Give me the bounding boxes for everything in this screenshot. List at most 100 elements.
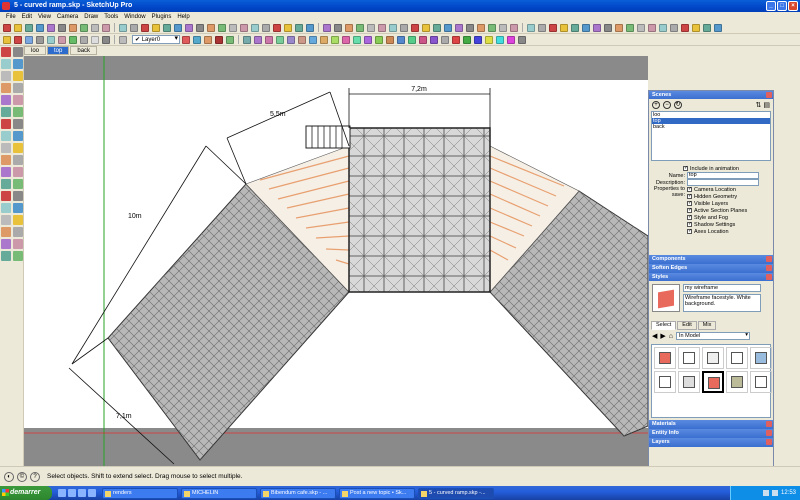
toolbar-icon[interactable] <box>411 23 419 32</box>
layers-panel-header[interactable]: Layers <box>649 438 773 447</box>
toolbar-icon[interactable] <box>58 23 66 32</box>
toolbar-icon[interactable] <box>703 23 711 32</box>
remove-scene-button[interactable]: − <box>663 101 671 109</box>
tool-icon[interactable] <box>1 251 11 261</box>
toolbar-icon[interactable] <box>36 35 44 44</box>
toolbar-icon[interactable] <box>604 23 612 32</box>
style-thumbnail[interactable] <box>750 371 772 393</box>
tool-icon[interactable] <box>13 155 23 165</box>
toolbar-icon[interactable] <box>276 35 284 44</box>
style-thumbnail[interactable] <box>702 347 724 369</box>
toolbar-icon[interactable] <box>342 35 350 44</box>
tool-icon[interactable] <box>1 227 11 237</box>
menu-camera[interactable]: Camera <box>54 14 81 20</box>
tool-icon[interactable] <box>1 143 11 153</box>
layer-manager-icon[interactable] <box>119 35 127 44</box>
tool-icon[interactable] <box>1 83 11 93</box>
forward-arrow-icon[interactable]: ▶ <box>660 332 665 340</box>
soften-panel-header[interactable]: Soften Edges <box>649 264 773 273</box>
toolbar-icon[interactable] <box>378 23 386 32</box>
toolbar-icon[interactable] <box>298 35 306 44</box>
property-checkbox[interactable]: ✓ <box>687 208 692 213</box>
toolbar-icon[interactable] <box>408 35 416 44</box>
toolbar-icon[interactable] <box>648 23 656 32</box>
toolbar-icon[interactable] <box>582 23 590 32</box>
toolbar-icon[interactable] <box>182 35 190 44</box>
toolbar-icon[interactable] <box>204 35 212 44</box>
tool-icon[interactable] <box>1 191 11 201</box>
toolbar-icon[interactable] <box>455 23 463 32</box>
toolbar-icon[interactable] <box>353 35 361 44</box>
property-checkbox[interactable]: ✓ <box>687 215 692 220</box>
tab-mix[interactable]: Mix <box>697 321 717 330</box>
close-icon[interactable] <box>766 421 772 427</box>
menu-tools[interactable]: Tools <box>101 14 121 20</box>
toolbar-icon[interactable] <box>47 35 55 44</box>
toolbar-icon[interactable] <box>207 23 215 32</box>
toolbar-icon[interactable] <box>69 23 77 32</box>
toolbar-icon[interactable] <box>47 23 55 32</box>
toolbar-icon[interactable] <box>185 23 193 32</box>
toolbar-icon[interactable] <box>102 35 110 44</box>
toolbar-icon[interactable] <box>507 35 515 44</box>
minimize-button[interactable]: _ <box>766 1 776 11</box>
toolbar-icon[interactable] <box>367 23 375 32</box>
help-icon[interactable]: ? <box>30 471 40 482</box>
scene-tab-back[interactable]: back <box>70 46 98 55</box>
tool-icon[interactable] <box>13 71 23 81</box>
task-button[interactable]: renders <box>102 487 178 499</box>
menu-draw[interactable]: Draw <box>81 14 101 20</box>
style-description-field[interactable]: Wireframe facestyle. White background. <box>683 294 761 312</box>
quick-launch-icon[interactable] <box>58 489 66 497</box>
toolbar-icon[interactable] <box>320 35 328 44</box>
style-name-field[interactable]: my wireframe <box>683 284 761 292</box>
toolbar-icon[interactable] <box>91 35 99 44</box>
toolbar-icon[interactable] <box>441 35 449 44</box>
scene-name-field[interactable]: top <box>687 172 759 179</box>
toolbar-icon[interactable] <box>692 23 700 32</box>
tab-select[interactable]: Select <box>651 321 677 330</box>
toolbar-icon[interactable] <box>659 23 667 32</box>
maximize-button[interactable]: □ <box>777 1 787 11</box>
toolbar-icon[interactable] <box>593 23 601 32</box>
add-scene-button[interactable]: + <box>652 101 660 109</box>
toolbar-icon[interactable] <box>284 23 292 32</box>
toolbar-icon[interactable] <box>466 23 474 32</box>
menu-plugins[interactable]: Plugins <box>149 14 175 20</box>
scene-tab-loo[interactable]: loo <box>24 46 47 55</box>
menu-help[interactable]: Help <box>174 14 192 20</box>
toolbar-icon[interactable] <box>130 23 138 32</box>
toolbar-icon[interactable] <box>356 23 364 32</box>
quick-launch-icon[interactable] <box>78 489 86 497</box>
start-button[interactable]: demarrer <box>0 486 52 500</box>
move-scene-icon[interactable]: ⇅ <box>756 101 762 109</box>
toolbar-icon[interactable] <box>419 35 427 44</box>
toolbar-icon[interactable] <box>485 35 493 44</box>
toolbar-icon[interactable] <box>714 23 722 32</box>
toolbar-icon[interactable] <box>538 23 546 32</box>
toolbar-icon[interactable] <box>240 23 248 32</box>
toolbar-icon[interactable] <box>193 35 201 44</box>
toolbar-icon[interactable] <box>433 23 441 32</box>
toolbar-icon[interactable] <box>430 35 438 44</box>
tool-icon[interactable] <box>13 95 23 105</box>
toolbar-icon[interactable] <box>499 23 507 32</box>
tool-icon[interactable] <box>13 47 23 57</box>
tool-icon[interactable] <box>1 215 11 225</box>
model-viewport[interactable]: 7,2m 5,5m 10m 7,1m <box>24 56 648 466</box>
toolbar-icon[interactable] <box>323 23 331 32</box>
style-thumbnail[interactable] <box>750 347 772 369</box>
tool-icon[interactable] <box>13 203 23 213</box>
toolbar-icon[interactable] <box>444 23 452 32</box>
style-thumbnail[interactable] <box>654 347 676 369</box>
tool-icon[interactable] <box>1 203 11 213</box>
styles-panel-header[interactable]: Styles <box>649 273 773 281</box>
style-thumbnail[interactable] <box>654 371 676 393</box>
property-checkbox[interactable]: ✓ <box>687 201 692 206</box>
tool-icon[interactable] <box>13 239 23 249</box>
style-thumbnail-selected[interactable] <box>702 371 724 393</box>
toolbar-icon[interactable] <box>14 35 22 44</box>
close-icon[interactable] <box>766 265 772 271</box>
toolbar-icon[interactable] <box>637 23 645 32</box>
tool-icon[interactable] <box>1 59 11 69</box>
